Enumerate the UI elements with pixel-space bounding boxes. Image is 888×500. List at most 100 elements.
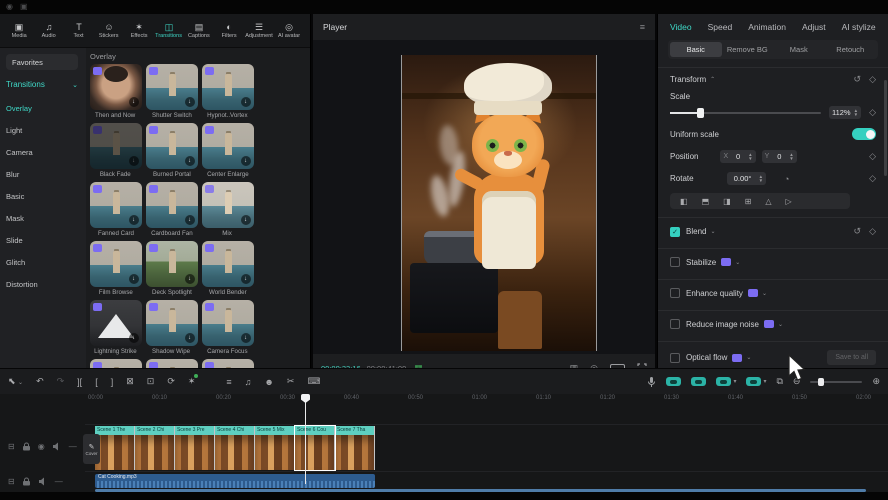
subtab-mask[interactable]: Mask [773,42,825,57]
chevron-down-icon[interactable]: ⌄ [778,321,783,328]
timeline-ruler[interactable]: 00:0000:1000:2000:3000:4000:5001:0001:10… [0,394,888,406]
delete-button[interactable]: ⊠ [126,376,134,387]
transition-thumbnail[interactable]: ↓ [90,123,142,169]
link-toggle-icon[interactable] [691,377,706,386]
track-collapse-icon[interactable]: — [69,442,77,451]
tab-animation[interactable]: Animation [748,22,786,32]
favorites-button[interactable]: Favorites [6,54,78,70]
transition-thumbnail[interactable]: ↓ [146,64,198,110]
noise-checkbox[interactable] [670,319,680,329]
flip-horizontal-icon[interactable]: ◧ [680,197,688,206]
toolbar-item-ai-avatar[interactable]: ◎AI avatar [274,22,304,39]
transition-thumbnail[interactable]: ↓ [202,123,254,169]
transition-thumbnail[interactable]: ↓ [146,123,198,169]
mirror-display-icon[interactable]: ⧉ [776,376,782,387]
toolbar-item-effects[interactable]: ✶Effects [124,22,154,39]
sidebar-item-glitch[interactable]: Glitch [6,251,80,273]
chevron-down-icon[interactable]: ⌄ [762,290,767,297]
transition-thumbnail[interactable]: ↓ [146,241,198,287]
trim-left-button[interactable]: [ [95,377,98,387]
toolbar-item-audio[interactable]: ♫Audio [34,22,64,39]
timeline-clip[interactable]: Scene 1 The [95,426,135,470]
tab-adjust[interactable]: Adjust [802,22,826,32]
audio-clip[interactable]: Cat Cooking.mp3 [95,474,375,488]
position-keyframe-icon[interactable]: ◇ [869,151,876,162]
rotate-keyframe-icon[interactable]: ◇ [869,173,876,184]
stabilize-checkbox[interactable] [670,257,680,267]
adjustment-list-button[interactable]: ≡ [226,377,231,387]
video-frame[interactable] [401,55,597,351]
zoom-out-button[interactable]: ⊖ [793,376,801,387]
transition-thumbnail[interactable]: ↓ [90,241,142,287]
chevron-down-icon[interactable]: ⌄ [710,228,715,235]
sidebar-item-blur[interactable]: Blur [6,163,80,185]
snap-toggle-icon[interactable] [666,377,681,386]
sidebar-item-basic[interactable]: Basic [6,185,80,207]
subtab-basic[interactable]: Basic [670,42,722,57]
timeline-zoom-slider[interactable] [810,381,862,383]
sidebar-item-mask[interactable]: Mask [6,207,80,229]
transition-thumbnail[interactable]: ↓ [146,182,198,228]
transition-thumbnail[interactable]: ↓ [90,182,142,228]
transition-thumbnail[interactable]: ↓ [90,359,142,368]
scale-slider-handle[interactable] [697,108,704,118]
cover-button[interactable]: ✎ Cover [83,434,100,464]
redo-button[interactable]: ↷ [57,376,65,387]
blend-keyframe-icon[interactable]: ◇ [869,226,876,237]
zoom-in-button[interactable]: ⊕ [872,376,880,387]
track-order-icon[interactable]: ⊟ [8,477,15,486]
timeline-clip[interactable]: Scene 2 Chi [135,426,175,470]
subtab-retouch[interactable]: Retouch [825,42,877,57]
hide-track-icon[interactable]: ◉ [38,442,45,451]
chevron-down-icon[interactable]: ⌄ [735,259,740,266]
transition-thumbnail[interactable]: ↓ [90,300,142,346]
shortcuts-button[interactable]: ⌨ [307,376,320,387]
sidebar-item-slide[interactable]: Slide [6,229,80,251]
uniform-scale-toggle[interactable] [852,128,876,140]
reset-transform-icon[interactable]: ↺ [854,74,862,85]
rotate-stepper[interactable]: ▲▼ [759,175,763,183]
toolbar-item-adjustment[interactable]: ☰Adjustment [244,22,274,39]
track-audio-button[interactable]: ♫ [245,377,252,387]
scale-keyframe-icon[interactable]: ◇ [869,107,876,118]
enhance-checkbox[interactable] [670,288,680,298]
transition-thumbnail[interactable]: ↓ [90,64,142,110]
tab-ai-stylize[interactable]: AI stylize [842,22,876,32]
reset-blend-icon[interactable]: ↺ [854,226,862,237]
tab-video[interactable]: Video [670,22,692,32]
skew-icon[interactable]: ▷ [786,197,792,206]
transition-thumbnail[interactable]: ↓ [202,300,254,346]
mirror-button[interactable]: ⟳ [167,376,175,387]
flip-vertical-icon[interactable]: ⬒ [702,197,710,206]
collapse-icon[interactable]: ⌃ [710,76,715,83]
sidebar-item-distortion[interactable]: Distortion [6,273,80,295]
timeline-clip[interactable]: Scene 3 Pre [175,426,215,470]
select-tool-button[interactable]: ⬉ ⌄ [8,376,23,387]
align-center-icon[interactable]: △ [765,197,771,206]
position-y-box[interactable]: Y 0 ▲▼ [762,150,797,163]
avatar-button[interactable]: ☻ [264,377,273,387]
track-order-icon[interactable]: ⊟ [8,442,15,451]
toolbar-item-captions[interactable]: ▤Captions [184,22,214,39]
undo-button[interactable]: ↶ [36,376,44,387]
optical-checkbox[interactable] [670,353,680,363]
toolbar-item-filters[interactable]: ◐Filters [214,22,244,39]
sidebar-item-camera[interactable]: Camera [6,141,80,163]
beauty-button[interactable]: ✂ [287,376,295,387]
timeline-clip[interactable]: Scene 5 Mix [255,426,295,470]
lock-icon[interactable] [22,442,31,451]
subtab-remove-bg[interactable]: Remove BG [722,42,774,57]
inspector-scrollbar[interactable] [884,80,887,176]
transition-thumbnail[interactable]: ↓ [146,300,198,346]
transition-thumbnail[interactable]: ↓ [202,64,254,110]
sidebar-item-overlay[interactable]: Overlay [6,97,80,119]
track-collapse-icon[interactable]: — [55,477,63,486]
mute-track-icon[interactable] [52,442,62,451]
scale-stepper[interactable]: ▲▼ [854,109,858,117]
preview-canvas[interactable] [313,40,655,354]
rotate-left-icon[interactable]: ◨ [723,197,731,206]
chevron-down-icon[interactable]: ⌄ [746,354,751,361]
position-y-stepper[interactable]: ▲▼ [789,153,793,161]
save-to-all-button[interactable]: Save to all [827,350,876,365]
transition-thumbnail[interactable]: ↓ [202,241,254,287]
